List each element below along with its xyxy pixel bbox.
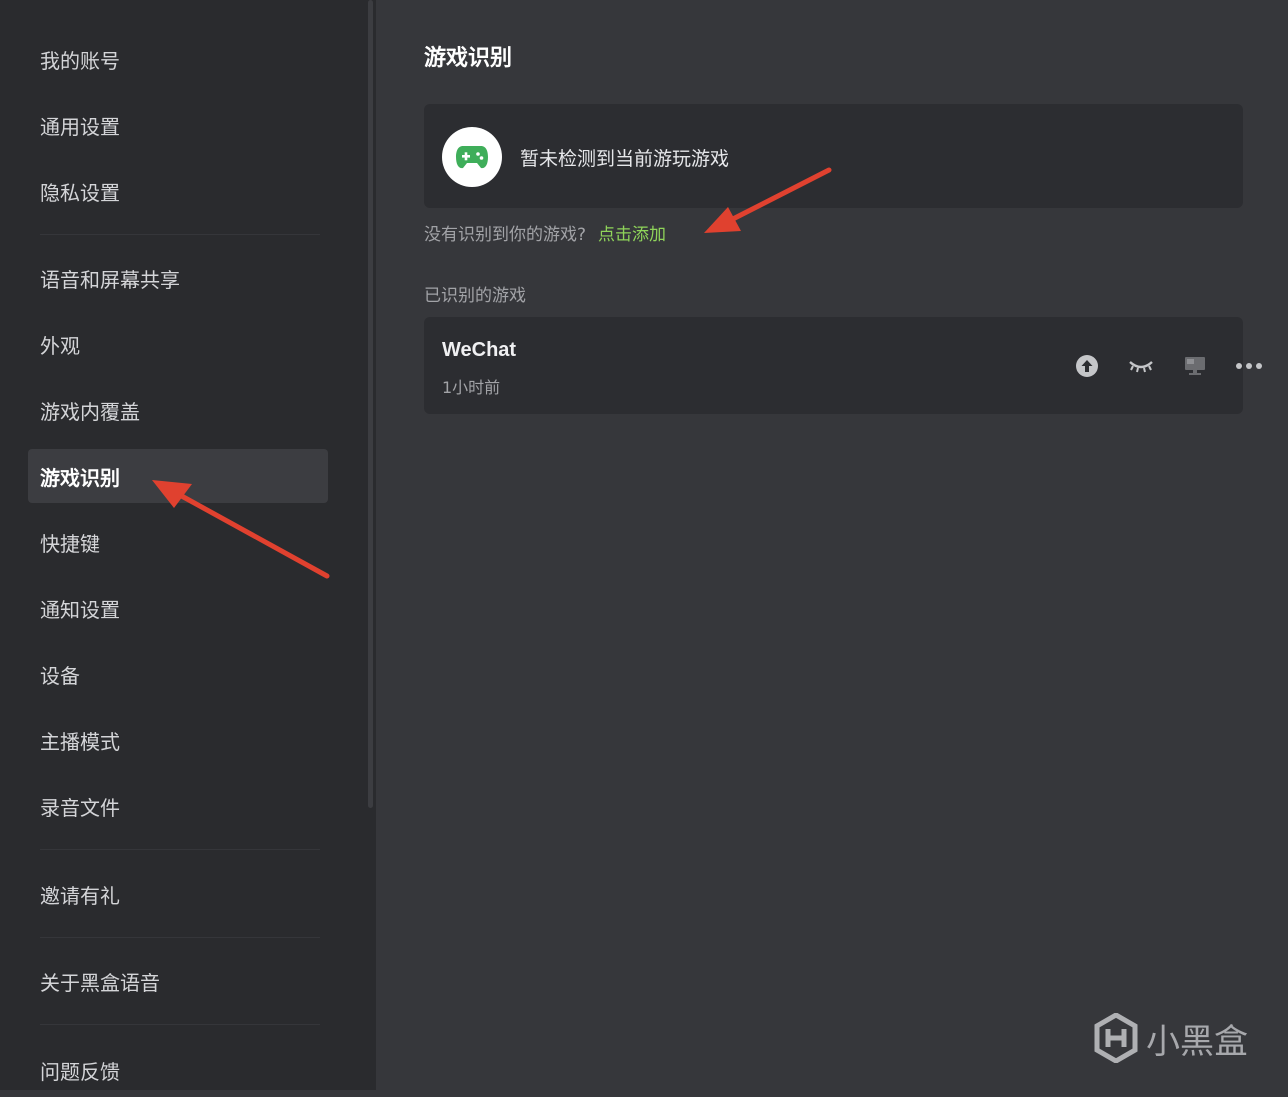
watermark-text: 小黑盒: [1146, 1021, 1248, 1062]
sidebar-item-notification-settings[interactable]: 通知设置: [28, 581, 328, 635]
gamepad-icon: [442, 127, 502, 187]
recognized-games-label: 已识别的游戏: [424, 286, 526, 306]
sidebar-divider: [40, 937, 320, 938]
settings-sidebar: 我的账号 通用设置 隐私设置 语音和屏幕共享 外观 游戏内覆盖 游戏识别 快捷键…: [0, 0, 376, 1090]
monitor-icon[interactable]: [1180, 351, 1210, 381]
page-title: 游戏识别: [424, 46, 513, 71]
game-last-played: 1小时前: [442, 378, 501, 397]
eye-closed-icon[interactable]: [1126, 351, 1156, 381]
sidebar-divider: [40, 234, 320, 235]
sidebar-item-about[interactable]: 关于黑盒语音: [28, 954, 328, 1008]
main-content: 游戏识别 暂未检测到当前游玩游戏 没有识别到你的游戏? 点击添加 已识别的游戏 W…: [376, 0, 1288, 1090]
current-game-card: 暂未检测到当前游玩游戏: [424, 104, 1243, 208]
game-name: WeChat: [442, 339, 517, 361]
sidebar-scrollbar[interactable]: [368, 0, 373, 808]
hint-text: 没有识别到你的游戏?: [424, 225, 587, 245]
sidebar-divider: [40, 1024, 320, 1025]
sidebar-item-shortcuts[interactable]: 快捷键: [28, 515, 328, 569]
no-game-detected-text: 暂未检测到当前游玩游戏: [520, 148, 730, 170]
sidebar-divider: [40, 849, 320, 850]
xiaoheihe-logo-icon: [1094, 1013, 1138, 1063]
sidebar-item-privacy-settings[interactable]: 隐私设置: [28, 164, 328, 218]
sidebar-item-devices[interactable]: 设备: [28, 647, 328, 701]
sidebar-item-streamer-mode[interactable]: 主播模式: [28, 713, 328, 767]
add-game-link[interactable]: 点击添加: [598, 225, 666, 245]
sidebar-item-appearance[interactable]: 外观: [28, 317, 328, 371]
sidebar-item-my-account[interactable]: 我的账号: [28, 32, 328, 86]
watermark: 小黑盒: [1094, 1012, 1248, 1064]
more-options-icon[interactable]: [1234, 351, 1264, 381]
game-row: WeChat 1小时前: [424, 317, 1262, 414]
sidebar-item-in-game-overlay[interactable]: 游戏内覆盖: [28, 383, 328, 437]
upload-icon[interactable]: [1072, 351, 1102, 381]
add-game-hint: 没有识别到你的游戏? 点击添加: [424, 220, 666, 245]
sidebar-item-general-settings[interactable]: 通用设置: [28, 98, 328, 152]
sidebar-item-recordings[interactable]: 录音文件: [28, 779, 328, 833]
sidebar-item-voice-screen-share[interactable]: 语音和屏幕共享: [28, 251, 328, 305]
sidebar-item-game-detection[interactable]: 游戏识别: [28, 449, 328, 503]
sidebar-item-feedback[interactable]: 问题反馈: [28, 1043, 328, 1097]
sidebar-item-invite-rewards[interactable]: 邀请有礼: [28, 867, 328, 921]
